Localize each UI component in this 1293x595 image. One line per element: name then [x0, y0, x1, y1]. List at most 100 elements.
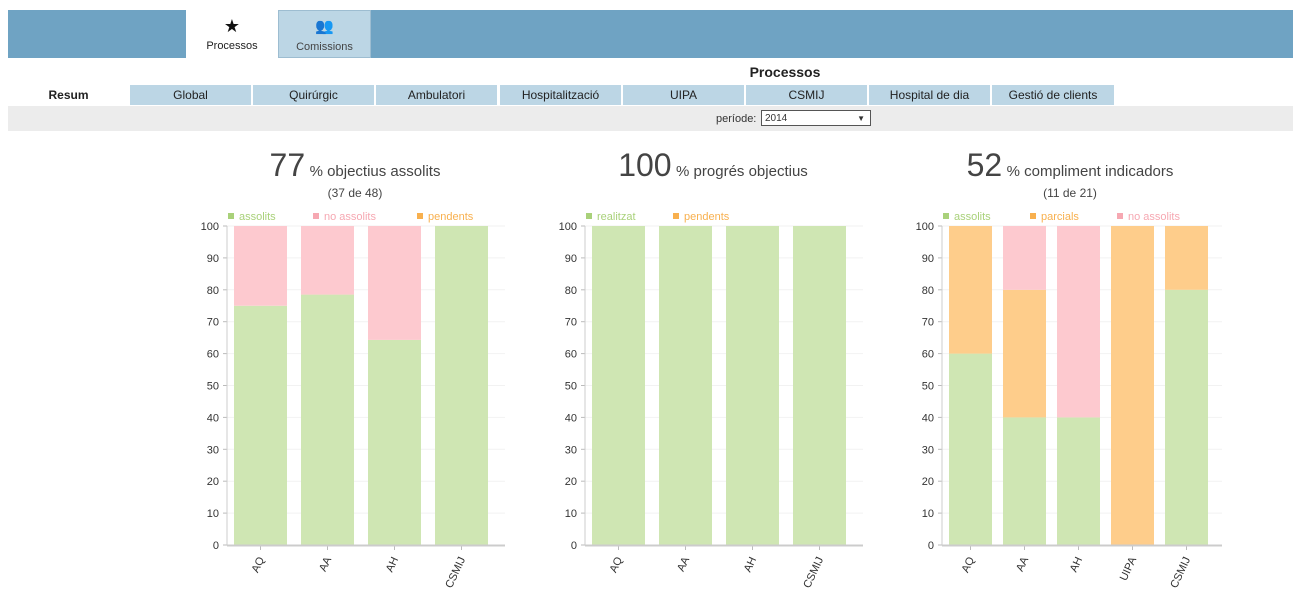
y-tick-label: 100: [559, 221, 577, 233]
bar-segment-parcials[interactable]: [1003, 289, 1046, 418]
bar-segment-assolits[interactable]: [368, 339, 421, 545]
bar-segment-no-assolits[interactable]: [368, 226, 421, 340]
legend-swatch: [228, 213, 234, 219]
top-navigation-bar: ★ Processos 👥 Comissions: [8, 10, 1293, 58]
chart-3-subtitle: (11 de 21): [1043, 186, 1097, 200]
x-tick-label: AA: [1014, 555, 1031, 574]
x-tick-label: AQ: [960, 555, 978, 575]
bar-segment-parcials[interactable]: [1111, 226, 1154, 545]
y-tick-label: 70: [207, 317, 219, 329]
bar-segment-no-assolits[interactable]: [1003, 226, 1046, 290]
y-tick-label: 20: [207, 476, 219, 488]
bar-segment-assolits[interactable]: [1057, 417, 1100, 545]
bar-segment-realitzat[interactable]: [659, 226, 712, 545]
legend-swatch: [586, 213, 592, 219]
subtab-gestio-de-clients[interactable]: Gestió de clients: [992, 85, 1114, 105]
y-tick-label: 10: [922, 508, 934, 520]
y-tick-label: 30: [207, 444, 219, 456]
bar-segment-parcials[interactable]: [949, 226, 992, 354]
period-select-value: 2014: [765, 113, 788, 124]
x-tick-label: CSMIJ: [801, 555, 826, 590]
chart-1-title: 77 % objectius assolits: [205, 147, 505, 184]
y-tick-label: 40: [565, 412, 577, 424]
y-tick-label: 40: [207, 412, 219, 424]
bar-segment-realitzat[interactable]: [726, 226, 779, 545]
y-tick-label: 20: [922, 476, 934, 488]
y-tick-label: 70: [565, 317, 577, 329]
legend-label: assolits: [239, 211, 276, 223]
subtab-hospitalitzacio[interactable]: Hospitalització: [500, 85, 621, 105]
bar-segment-assolits[interactable]: [301, 294, 354, 545]
x-tick-label: UIPA: [1118, 555, 1140, 583]
bar-segment-no-assolits[interactable]: [1057, 226, 1100, 418]
y-tick-label: 90: [207, 253, 219, 265]
legend-swatch: [1030, 213, 1036, 219]
chart-2-headline-value: 100: [618, 147, 672, 183]
y-tick-label: 10: [207, 508, 219, 520]
x-tick-label: CSMIJ: [1168, 555, 1193, 590]
legend-label: pendents: [684, 211, 730, 223]
tab-processos-label: Processos: [206, 40, 258, 52]
x-tick-label: AA: [317, 555, 334, 574]
y-tick-label: 90: [922, 253, 934, 265]
chart-3-compliment-indicadors: assolits parcials no assolits 0 10 20 30 40 50 60…: [916, 211, 1222, 590]
y-tick-label: 50: [922, 381, 934, 393]
x-tick-label: AH: [742, 555, 759, 574]
subtab-uipa[interactable]: UIPA: [623, 85, 744, 105]
x-tick-label: CSMIJ: [443, 555, 468, 590]
x-tick-label: AH: [1068, 555, 1085, 574]
subtab-global[interactable]: Global: [130, 85, 251, 105]
subtab-resum[interactable]: Resum: [8, 85, 129, 105]
y-tick-label: 100: [201, 221, 219, 233]
x-tick-label: AQ: [608, 555, 626, 575]
bar-segment-no-assolits[interactable]: [234, 226, 287, 306]
period-label: període:: [716, 113, 757, 125]
y-tick-label: 50: [207, 381, 219, 393]
y-tick-label: 60: [565, 349, 577, 361]
bar-segment-assolits[interactable]: [949, 353, 992, 545]
y-tick-label: 90: [565, 253, 577, 265]
y-tick-label: 0: [213, 540, 219, 552]
legend-swatch: [1117, 213, 1123, 219]
subtab-csmij[interactable]: CSMIJ: [746, 85, 867, 105]
period-select[interactable]: 2014 ▼: [761, 110, 871, 126]
legend-label: no assolits: [324, 211, 376, 223]
users-icon: 👥: [315, 18, 334, 35]
legend-swatch: [943, 213, 949, 219]
bar-segment-assolits[interactable]: [435, 226, 488, 545]
chart-1-headline-value: 77: [269, 147, 306, 183]
y-tick-label: 0: [928, 540, 934, 552]
subtab-quirurgic[interactable]: Quirúrgic: [253, 85, 374, 105]
bar-segment-parcials[interactable]: [1165, 226, 1208, 290]
bar-segment-assolits[interactable]: [1003, 417, 1046, 545]
legend-label: no assolits: [1128, 211, 1180, 223]
chart-1-subtitle: (37 de 48): [327, 186, 383, 200]
bar-segment-assolits[interactable]: [234, 305, 287, 545]
tab-comissions[interactable]: 👥 Comissions: [278, 10, 371, 58]
chart-2-progres-objectius: realitzat pendents 0 10 20 30 40 50 60 70 80 90 100 A…: [559, 211, 863, 590]
chart-1-headline-text: % objectius assolits: [309, 163, 441, 180]
bar-segment-realitzat[interactable]: [592, 226, 645, 545]
chart-2-title: 100 % progrés objectius: [563, 147, 863, 184]
y-tick-label: 60: [922, 349, 934, 361]
legend-swatch: [417, 213, 423, 219]
chart-2-headline-text: % progrés objectius: [676, 163, 808, 180]
page-title: Processos: [749, 64, 821, 80]
y-tick-label: 70: [922, 317, 934, 329]
subtab-hospital-de-dia[interactable]: Hospital de dia: [869, 85, 990, 105]
bar-segment-realitzat[interactable]: [793, 226, 846, 545]
y-tick-label: 60: [207, 349, 219, 361]
x-tick-label: AA: [675, 555, 692, 574]
tab-processos[interactable]: ★ Processos: [186, 10, 278, 58]
y-tick-label: 100: [916, 221, 934, 233]
bar-segment-assolits[interactable]: [1165, 289, 1208, 545]
legend-label: parcials: [1041, 211, 1079, 223]
star-icon: ★: [223, 16, 241, 36]
legend-swatch: [673, 213, 679, 219]
subtab-ambulatori[interactable]: Ambulatori: [376, 85, 497, 105]
y-tick-label: 80: [922, 285, 934, 297]
chart-3-title: 52 % compliment indicadors: [920, 147, 1220, 184]
bar-segment-no-assolits[interactable]: [301, 226, 354, 295]
legend-swatch: [313, 213, 319, 219]
legend-label: realitzat: [597, 211, 636, 223]
